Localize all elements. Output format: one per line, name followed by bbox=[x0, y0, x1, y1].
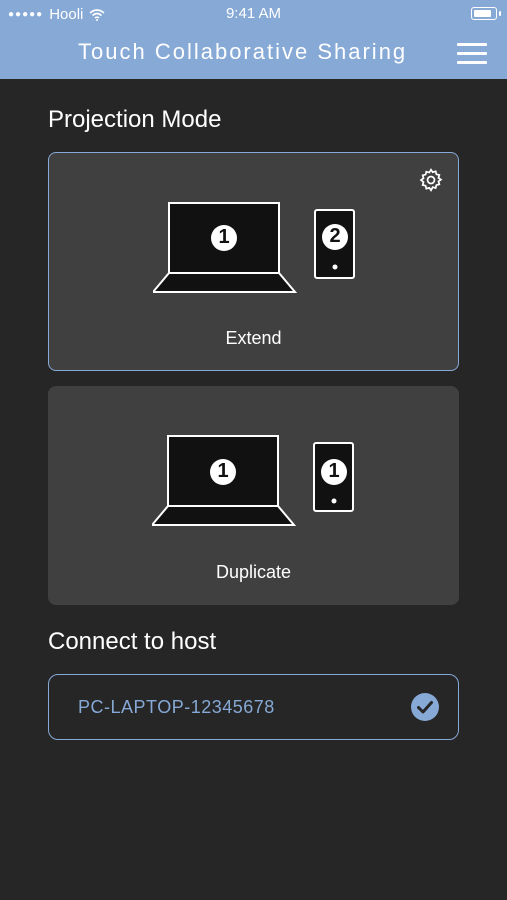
check-circle-icon bbox=[411, 693, 439, 721]
duplicate-phone-number: 1 bbox=[328, 460, 340, 482]
extend-devices-illustration bbox=[153, 202, 355, 293]
host-list-item[interactable]: PC-LAPTOP-12345678 bbox=[48, 674, 459, 740]
extend-label: Extend bbox=[225, 328, 282, 348]
projection-mode-title: Projection Mode bbox=[48, 106, 222, 133]
app-header: ●●●●● Hooli 9:41 AM Touch Collaborative … bbox=[0, 0, 507, 79]
status-time: 9:41 AM bbox=[225, 5, 282, 22]
extend-mode-card[interactable]: 1 2 Extend bbox=[48, 152, 459, 371]
host-name: PC-LAPTOP-12345678 bbox=[78, 697, 275, 717]
extend-laptop-number: 1 bbox=[218, 226, 230, 248]
app-title: Touch Collaborative Sharing bbox=[78, 39, 408, 64]
connect-to-host-title: Connect to host bbox=[48, 628, 217, 655]
duplicate-laptop-number: 1 bbox=[217, 460, 229, 482]
hamburger-menu-icon[interactable] bbox=[457, 43, 487, 65]
gear-icon[interactable] bbox=[418, 167, 444, 193]
status-bar: ●●●●● Hooli 9:41 AM bbox=[0, 0, 507, 28]
extend-phone-number: 2 bbox=[329, 225, 341, 247]
duplicate-mode-card[interactable]: 1 1 Duplicate bbox=[48, 386, 459, 605]
duplicate-label: Duplicate bbox=[215, 562, 292, 582]
battery-icon bbox=[471, 7, 501, 20]
